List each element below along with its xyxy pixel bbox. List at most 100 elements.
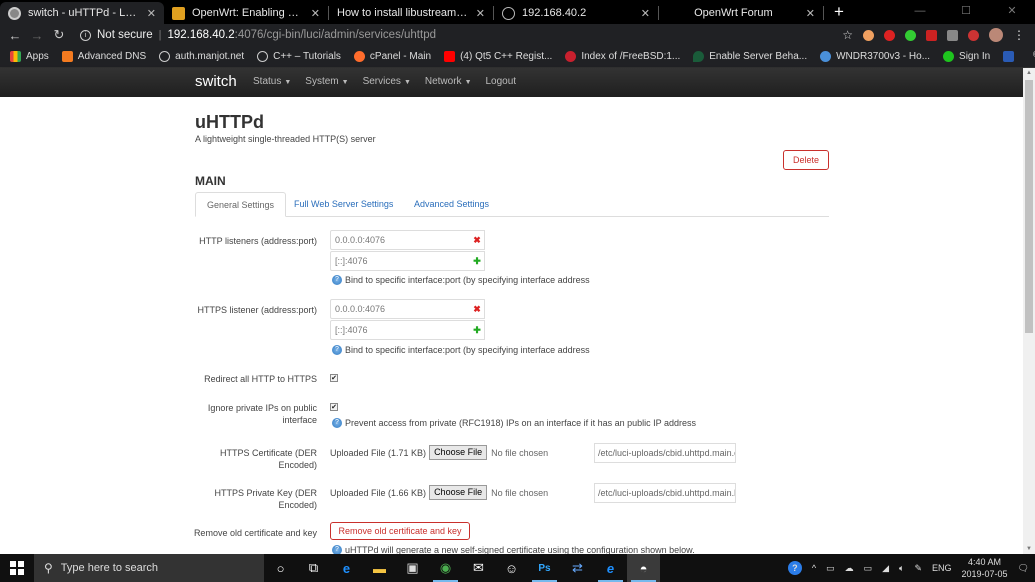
- photoshop-icon[interactable]: Ps: [528, 554, 561, 582]
- add-entry-icon[interactable]: ✚: [470, 320, 485, 340]
- taskbar: ⚲ Type here to search ○ ⧉ e ▬ ▣ ◉ ✉ ☺ Ps…: [0, 554, 1035, 582]
- https-listener-input[interactable]: [330, 320, 485, 340]
- network-app-icon[interactable]: ⇄: [561, 554, 594, 582]
- menu-status[interactable]: Status ▼: [253, 76, 291, 87]
- volume-icon[interactable]: 🔈︎: [899, 563, 904, 574]
- choose-file-button[interactable]: Choose File: [429, 485, 488, 500]
- scrollbar-thumb[interactable]: [1025, 80, 1033, 333]
- action-center-icon[interactable]: 🗨︎: [1018, 563, 1029, 574]
- bookmark-item[interactable]: C++ – Tutorials: [257, 51, 341, 62]
- globe-icon: [159, 51, 171, 62]
- close-tab-icon[interactable]: ✕: [641, 7, 650, 20]
- bookmark-item[interactable]: Apps: [10, 51, 49, 62]
- remove-old-cert-button[interactable]: Remove old certificate and key: [330, 522, 470, 540]
- menu-network[interactable]: Network ▼: [425, 76, 472, 87]
- https-listener-input[interactable]: [330, 299, 485, 319]
- menu-services[interactable]: Services ▼: [363, 76, 411, 87]
- battery-icon[interactable]: ▭: [864, 563, 873, 574]
- rfc1918-checkbox[interactable]: ✔: [330, 403, 338, 411]
- bookmark-item[interactable]: [1003, 51, 1019, 62]
- photos-icon[interactable]: ◓: [627, 554, 660, 582]
- add-entry-icon[interactable]: ✚: [470, 251, 485, 271]
- minimize-button[interactable]: —: [897, 0, 943, 22]
- rfc1918-label: Ignore private IPs on public interface: [207, 403, 317, 425]
- remove-entry-icon[interactable]: ✖: [470, 230, 485, 250]
- browser-tab[interactable]: How to install libustream-ssl and ✕: [329, 2, 493, 24]
- extension-icon[interactable]: [863, 29, 874, 41]
- close-tab-icon[interactable]: ✕: [311, 7, 320, 20]
- clock[interactable]: 4:40 AM 2019-07-05: [962, 556, 1008, 580]
- close-tab-icon[interactable]: ✕: [476, 7, 485, 20]
- http-listener-input[interactable]: [330, 230, 485, 250]
- page-content: uHTTPd A lightweight single-threaded HTT…: [0, 97, 1023, 554]
- pen-icon[interactable]: ✎: [914, 563, 922, 574]
- browser-tab[interactable]: switch - uHTTPd - LuCI ✕: [0, 2, 164, 24]
- show-hidden-icons[interactable]: ^: [812, 563, 816, 573]
- remove-entry-icon[interactable]: ✖: [470, 299, 485, 319]
- new-tab-button[interactable]: +: [834, 2, 844, 22]
- redirect-https-checkbox[interactable]: ✔: [330, 374, 338, 382]
- bookmark-item[interactable]: auth.manjot.net: [159, 51, 244, 62]
- edge-icon[interactable]: e: [330, 554, 363, 582]
- adblock-icon[interactable]: [884, 29, 895, 41]
- luci-navbar: switch Status ▼ System ▼ Services ▼ Network…: [0, 68, 1023, 97]
- wifi-icon[interactable]: ◢: [882, 563, 889, 574]
- network-icon[interactable]: ▭: [826, 563, 835, 574]
- extension-icon[interactable]: [926, 29, 937, 41]
- key-path-input[interactable]: /etc/luci-uploads/cbid.uhttpd.main.key: [594, 483, 736, 503]
- onedrive-icon[interactable]: ☁: [845, 563, 854, 574]
- close-tab-icon[interactable]: ✕: [806, 7, 815, 20]
- browser-tab[interactable]: OpenWrt Forum ✕: [659, 2, 823, 24]
- task-view-icon[interactable]: ⧉: [297, 554, 330, 582]
- menu-system[interactable]: System ▼: [305, 76, 348, 87]
- bookmark-label: (4) Qt5 C++ Regist...: [460, 51, 553, 62]
- bookmark-item[interactable]: Sign In: [943, 51, 990, 62]
- bookmark-item[interactable]: (4) Qt5 C++ Regist...: [444, 51, 552, 62]
- start-button[interactable]: [0, 554, 34, 582]
- vpn-extension-icon[interactable]: [905, 29, 916, 41]
- maximize-button[interactable]: ☐: [943, 0, 989, 22]
- menu-logout[interactable]: Logout: [486, 76, 517, 87]
- app-icon[interactable]: ☺: [495, 554, 528, 582]
- url-bar[interactable]: i Not secure | 192.168.40.2 :4076/cgi-bi…: [80, 29, 842, 41]
- taskbar-search[interactable]: ⚲ Type here to search: [34, 554, 264, 582]
- chrome-icon[interactable]: ◉: [429, 554, 462, 582]
- delete-button[interactable]: Delete: [783, 150, 829, 170]
- extension-icon[interactable]: [947, 29, 958, 41]
- cert-path-input[interactable]: /etc/luci-uploads/cbid.uhttpd.main.cert: [594, 443, 736, 463]
- close-window-button[interactable]: ✕: [989, 0, 1035, 22]
- http-listener-input[interactable]: [330, 251, 485, 271]
- browser-tab[interactable]: 192.168.40.2 ✕: [494, 2, 658, 24]
- bookmark-item[interactable]: Advanced DNS: [61, 51, 146, 62]
- brand-link[interactable]: switch: [195, 73, 237, 90]
- tab-general-settings[interactable]: General Settings: [195, 192, 287, 217]
- back-icon[interactable]: ←: [4, 28, 26, 43]
- bookmark-item[interactable]: Enable Server Beha...: [693, 51, 807, 62]
- scroll-down-icon[interactable]: ▼: [1023, 546, 1035, 552]
- forward-icon[interactable]: →: [26, 28, 48, 43]
- bookmark-star-icon[interactable]: ☆: [842, 28, 853, 42]
- reload-icon[interactable]: ↻: [48, 27, 70, 43]
- store-icon[interactable]: ▣: [396, 554, 429, 582]
- info-icon[interactable]: i: [80, 29, 91, 41]
- internet-explorer-icon[interactable]: e: [594, 554, 627, 582]
- tab-advanced-settings[interactable]: Advanced Settings: [403, 192, 500, 217]
- help-icon[interactable]: ?: [787, 561, 802, 575]
- mail-icon[interactable]: ✉: [462, 554, 495, 582]
- file-explorer-icon[interactable]: ▬: [363, 554, 396, 582]
- security-indicator[interactable]: Not secure: [97, 29, 153, 41]
- browser-tab[interactable]: OpenWrt: Enabling HTTPS for the ✕: [164, 2, 328, 24]
- scroll-up-icon[interactable]: ▲: [1023, 70, 1035, 76]
- page-scrollbar[interactable]: ▲ ▼: [1023, 68, 1035, 554]
- close-tab-icon[interactable]: ✕: [147, 7, 156, 20]
- extension-icon[interactable]: [968, 29, 979, 41]
- bookmark-item[interactable]: cPanel - Main: [353, 51, 431, 62]
- language-indicator[interactable]: ENG: [932, 563, 952, 573]
- cortana-icon[interactable]: ○: [264, 554, 297, 582]
- profile-avatar[interactable]: [989, 28, 1003, 42]
- tab-full-web-server-settings[interactable]: Full Web Server Settings: [283, 192, 404, 217]
- bookmark-item[interactable]: WNDR3700v3 - Ho...: [820, 51, 930, 62]
- menu-kebab-icon[interactable]: ⋮: [1013, 28, 1025, 42]
- choose-file-button[interactable]: Choose File: [429, 445, 488, 460]
- bookmark-item[interactable]: Index of /FreeBSD:1...: [565, 51, 680, 62]
